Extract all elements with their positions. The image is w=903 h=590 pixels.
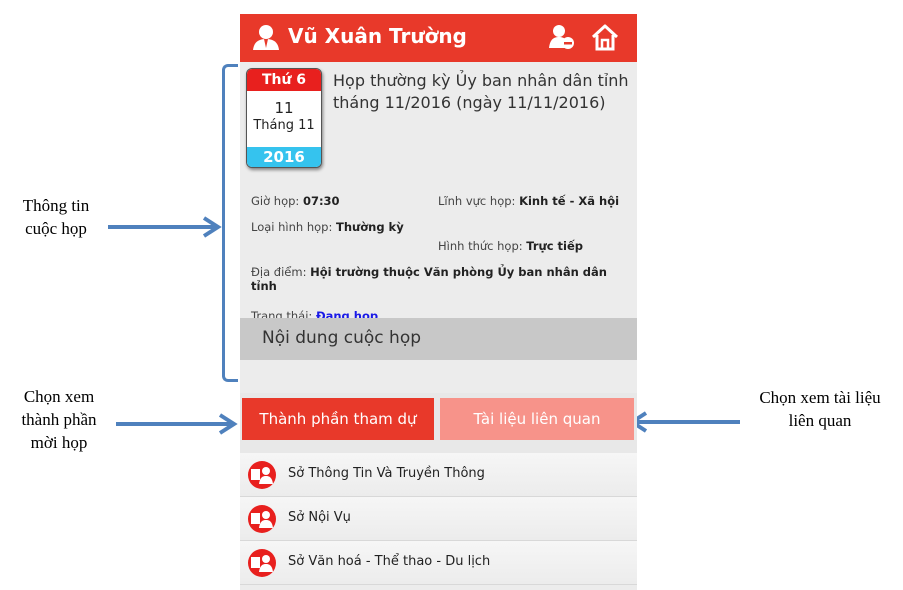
list-item[interactable]: Sở Nội Vụ xyxy=(240,497,637,541)
participant-icon xyxy=(248,549,276,577)
app-screen: Vũ Xuân Trường Thứ 6 11 Tháng 11 2016 Họ… xyxy=(240,14,637,590)
annotation-line: cuộc họp xyxy=(25,219,87,238)
arrow-right-icon xyxy=(108,216,222,238)
participant-icon xyxy=(248,461,276,489)
arrow-left-icon xyxy=(628,411,740,433)
field-label: Lĩnh vực họp: xyxy=(438,194,520,208)
info-bracket xyxy=(222,64,238,382)
field-label: Địa điểm: xyxy=(251,265,311,279)
participant-name: Sở Thông Tin Và Truyền Thông xyxy=(288,466,485,481)
field-label: Loại hình họp: xyxy=(251,220,337,234)
tab-bar: Thành phần tham dự Tài liệu liên quan xyxy=(240,393,637,453)
field-value: Thường kỳ xyxy=(336,220,404,234)
calendar-day-of-week: Thứ 6 xyxy=(247,69,321,91)
field-value: 07:30 xyxy=(302,194,340,208)
field-value: Trực tiếp xyxy=(526,239,584,253)
annotation-line: Chọn xem tài liệu xyxy=(759,388,881,407)
meeting-content-bar[interactable]: Nội dung cuộc họp xyxy=(240,318,637,360)
meeting-type: Loại hình họp: Thường kỳ xyxy=(251,220,404,234)
list-item[interactable]: Sở Thông Tin Và Truyền Thông xyxy=(240,453,637,497)
participant-name: Sở Nội Vụ xyxy=(288,510,351,525)
annotation-participants: Chọn xem thành phần mời họp xyxy=(4,385,114,454)
meeting-info-panel: Thứ 6 11 Tháng 11 2016 Họp thường kỳ Ủy … xyxy=(240,62,637,323)
annotation-line: Chọn xem xyxy=(23,387,95,406)
annotation-line: thành phần xyxy=(21,410,97,429)
meeting-form: Hình thức họp: Trực tiếp xyxy=(438,239,583,253)
annotation-line: Thông tin xyxy=(22,196,90,215)
home-icon[interactable] xyxy=(590,22,620,52)
participant-name: Sở Văn hoá - Thể thao - Du lịch xyxy=(288,554,491,569)
arrow-right-icon xyxy=(116,413,238,435)
field-value: Kinh tế - Xã hội xyxy=(519,194,620,208)
calendar-day: 11 xyxy=(274,99,294,117)
tab-participants[interactable]: Thành phần tham dự xyxy=(242,398,434,440)
user-name: Vũ Xuân Trường xyxy=(288,24,467,48)
calendar-badge: Thứ 6 11 Tháng 11 2016 xyxy=(246,68,322,168)
annotation-line: mời họp xyxy=(30,433,88,452)
field-label: Hình thức họp: xyxy=(438,239,527,253)
annotation-documents: Chọn xem tài liệu liên quan xyxy=(740,386,900,432)
tab-documents[interactable]: Tài liệu liên quan xyxy=(440,398,634,440)
meeting-field: Lĩnh vực họp: Kinh tế - Xã hội xyxy=(438,194,628,208)
app-bar: Vũ Xuân Trường xyxy=(240,14,637,62)
annotation-line: liên quan xyxy=(788,411,852,430)
list-item[interactable]: Sở Văn hoá - Thể thao - Du lịch xyxy=(240,541,637,585)
participant-list: Sở Thông Tin Và Truyền Thông Sở Nội Vụ S… xyxy=(240,453,637,585)
calendar-year: 2016 xyxy=(247,147,321,167)
annotation-meeting-info: Thông tin cuộc họp xyxy=(6,194,106,240)
meeting-time: Giờ họp: 07:30 xyxy=(251,194,340,208)
user-logout-icon[interactable] xyxy=(549,24,575,50)
meeting-content-label: Nội dung cuộc họp xyxy=(262,328,422,348)
calendar-month: Tháng 11 xyxy=(253,118,315,133)
user-icon xyxy=(253,25,279,50)
meeting-title: Họp thường kỳ Ủy ban nhân dân tỉnh tháng… xyxy=(333,71,629,112)
participant-icon xyxy=(248,505,276,533)
meeting-location: Địa điểm: Hội trường thuộc Văn phòng Ủy … xyxy=(251,265,629,293)
field-label: Giờ họp: xyxy=(251,194,303,208)
